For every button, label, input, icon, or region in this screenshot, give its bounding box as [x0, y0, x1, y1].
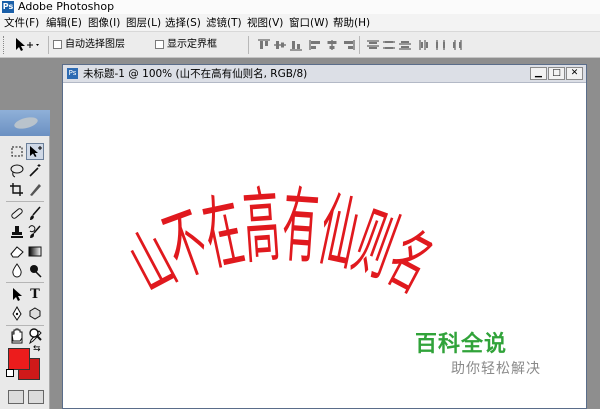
- quick-mask-mode-icon[interactable]: [28, 390, 44, 404]
- toolbox-divider: [6, 282, 44, 283]
- align-bottom-icon[interactable]: [289, 39, 303, 51]
- auto-select-checkbox[interactable]: [53, 40, 62, 49]
- minimize-button[interactable]: ▁: [530, 67, 547, 80]
- toolbox-header: [0, 110, 50, 136]
- distribute-top-icon[interactable]: [366, 39, 380, 51]
- align-hcenter-icon[interactable]: [325, 39, 339, 51]
- move-tool-icon[interactable]: [12, 36, 42, 54]
- magic-wand-tool-icon[interactable]: [26, 162, 44, 179]
- blur-tool-icon[interactable]: [8, 262, 26, 279]
- dodge-tool-icon[interactable]: [26, 262, 44, 279]
- distribute-bottom-icon[interactable]: [398, 39, 412, 51]
- crop-tool-icon[interactable]: [8, 181, 26, 198]
- swap-colors-icon[interactable]: ⇆: [33, 344, 41, 354]
- distribute-left-icon[interactable]: [418, 39, 432, 51]
- align-left-icon[interactable]: [309, 39, 323, 51]
- menu-layer[interactable]: 图层(L): [126, 14, 161, 32]
- maximize-button[interactable]: □: [548, 67, 565, 80]
- document-icon: Ps: [67, 68, 78, 79]
- warped-text-char: 高: [240, 177, 282, 275]
- feather-icon: [13, 115, 39, 131]
- document-title: 未标题-1 @ 100% (山不在高有仙则名, RGB/8): [83, 68, 308, 80]
- close-button[interactable]: ✕: [566, 67, 583, 80]
- pen-tool-icon[interactable]: [8, 305, 26, 322]
- gradient-tool-icon[interactable]: [26, 243, 44, 260]
- distribute-vcenter-icon[interactable]: [382, 39, 396, 51]
- move-tool-button[interactable]: [26, 143, 44, 160]
- menu-filter[interactable]: 滤镜(T): [206, 14, 242, 32]
- close-icon: ✕: [570, 68, 579, 78]
- document-title-bar[interactable]: Ps 未标题-1 @ 100% (山不在高有仙则名, RGB/8) ▁ □ ✕: [63, 65, 586, 83]
- app-title: Adobe Photoshop: [18, 0, 115, 13]
- history-brush-tool-icon[interactable]: [26, 224, 44, 241]
- show-bounds-checkbox[interactable]: [155, 40, 164, 49]
- auto-select-label: 自动选择图层: [65, 39, 125, 50]
- hand-icon: [11, 328, 23, 342]
- options-separator: [248, 36, 249, 54]
- marquee-tool-icon[interactable]: [8, 143, 26, 160]
- default-colors-icon[interactable]: [6, 369, 14, 377]
- distribute-right-icon[interactable]: [450, 39, 464, 51]
- path-selection-tool-icon[interactable]: [8, 286, 26, 303]
- menu-image[interactable]: 图像(I): [88, 14, 120, 32]
- minimize-icon: ▁: [535, 68, 542, 78]
- menu-window[interactable]: 窗口(W): [289, 14, 329, 32]
- zoom-icon: [29, 328, 42, 341]
- menu-bar: 文件(F) 编辑(E) 图像(I) 图层(L) 选择(S) 滤镜(T) 视图(V…: [0, 14, 600, 32]
- healing-brush-tool-icon[interactable]: [8, 205, 26, 222]
- lasso-tool-icon[interactable]: [8, 162, 26, 179]
- options-separator: [359, 36, 360, 54]
- menu-file[interactable]: 文件(F): [4, 14, 39, 32]
- menu-select[interactable]: 选择(S): [165, 14, 201, 32]
- align-vcenter-icon[interactable]: [273, 39, 287, 51]
- app-title-bar: Ps Adobe Photoshop: [0, 0, 600, 14]
- clone-stamp-tool-icon[interactable]: [8, 224, 26, 241]
- eraser-tool-icon[interactable]: [8, 243, 26, 260]
- options-bar: 自动选择图层 显示定界框: [0, 32, 600, 58]
- brush-tool-icon[interactable]: [26, 205, 44, 222]
- align-right-icon[interactable]: [341, 39, 355, 51]
- foreground-color-swatch[interactable]: [8, 348, 30, 370]
- zoom-tool-button[interactable]: [26, 326, 44, 343]
- menu-edit[interactable]: 编辑(E): [46, 14, 82, 32]
- menu-help[interactable]: 帮助(H): [333, 14, 370, 32]
- distribute-hcenter-icon[interactable]: [434, 39, 448, 51]
- standard-mode-icon[interactable]: [8, 390, 24, 404]
- menu-view[interactable]: 视图(V): [247, 14, 283, 32]
- watermark: 百科全说 助你轻松解决: [415, 326, 585, 382]
- options-separator: [48, 36, 49, 54]
- options-bar-grip[interactable]: [3, 36, 6, 54]
- toolbox: T ⇆: [0, 110, 50, 409]
- maximize-icon: □: [552, 68, 561, 78]
- watermark-brand: 百科全说: [415, 332, 508, 357]
- photoshop-logo-icon: Ps: [2, 1, 14, 13]
- show-bounds-label: 显示定界框: [167, 39, 217, 50]
- toolbox-divider: [6, 201, 44, 202]
- hand-tool-button[interactable]: [8, 326, 26, 343]
- align-top-icon[interactable]: [257, 39, 271, 51]
- slice-tool-icon[interactable]: [26, 181, 44, 198]
- watermark-tagline: 助你轻松解决: [451, 361, 541, 377]
- type-tool-icon[interactable]: T: [26, 286, 44, 303]
- shape-tool-icon[interactable]: [26, 305, 44, 322]
